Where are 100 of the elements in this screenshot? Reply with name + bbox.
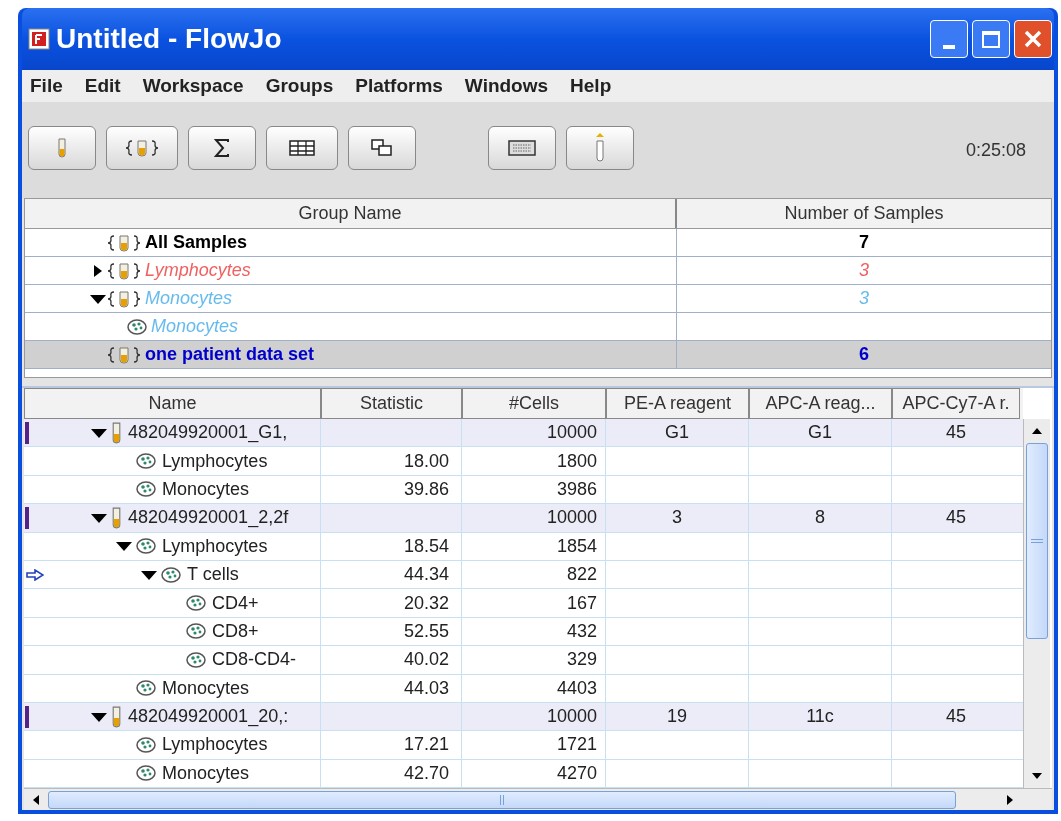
window-title: Untitled - FlowJo <box>56 22 282 56</box>
scroll-thumb[interactable] <box>48 790 956 809</box>
gate-icon <box>186 595 206 612</box>
gate-icon <box>127 318 147 335</box>
horizontal-scrollbar[interactable] <box>24 788 1052 810</box>
group-tube-icon <box>107 345 141 364</box>
tube-icon <box>57 138 67 158</box>
sample-name: T cells <box>187 563 239 587</box>
statistic-cell-text: 52.55 <box>403 619 449 643</box>
reagent-cell-text: G1 <box>665 421 689 445</box>
sample-count: 6 <box>859 343 869 366</box>
menu-item[interactable]: File <box>30 71 63 101</box>
cell-count: 432 <box>566 619 597 643</box>
reagent-cell-text: 11c <box>806 705 834 729</box>
menu-item[interactable]: Edit <box>84 71 121 101</box>
group-name: Lymphocytes <box>145 259 251 282</box>
gate-icon <box>136 481 156 498</box>
menu-item[interactable]: Groups <box>265 71 334 101</box>
sample-row[interactable]: 482049920001_20,: 10000 19 11c 45 <box>24 702 1023 732</box>
cell-count: 10000 <box>546 506 597 530</box>
collapse-triangle-icon[interactable] <box>90 426 108 439</box>
group-tube-icon <box>107 289 141 308</box>
sample-row[interactable]: CD4+ 20.32 167 <box>24 589 1023 618</box>
cell-count: 167 <box>566 591 597 615</box>
sample-name: Lymphocytes <box>162 534 268 558</box>
sample-row[interactable]: CD8-CD4- 40.02 329 <box>24 646 1023 675</box>
sample-name: CD4+ <box>212 591 259 615</box>
elapsed-time: 0:25:08 <box>965 138 1026 162</box>
collapse-triangle-icon[interactable] <box>90 511 108 524</box>
group-name: Monocytes <box>145 287 233 310</box>
collapse-triangle-icon[interactable] <box>115 540 133 553</box>
menu-item[interactable]: Windows <box>464 71 549 101</box>
close-icon <box>1023 29 1043 49</box>
toolbar-button[interactable] <box>266 126 338 170</box>
cell-count: 1800 <box>556 449 597 473</box>
sample-row[interactable]: T cells 44.34 822 <box>24 560 1023 590</box>
group-name: All Samples <box>145 231 248 254</box>
group-row[interactable]: one patient data set 6 <box>25 341 1051 369</box>
grid-icon <box>289 140 315 156</box>
overlapping-squares-icon <box>371 139 393 157</box>
cell-count: 10000 <box>546 421 597 445</box>
tube-icon <box>111 506 122 529</box>
menu-item[interactable]: Workspace <box>142 71 244 101</box>
group-row[interactable]: All Samples 7 <box>25 229 1051 257</box>
reagent-cell-text: 8 <box>815 506 825 530</box>
column-header[interactable]: APC-Cy7-A r. <box>892 388 1020 419</box>
scroll-thumb[interactable] <box>1026 443 1048 639</box>
close-button[interactable] <box>1014 20 1052 58</box>
gate-icon <box>186 651 206 668</box>
column-header[interactable]: Statistic <box>321 388 462 419</box>
statistic-cell-text: 17.21 <box>403 733 449 757</box>
maximize-button[interactable] <box>972 20 1010 58</box>
menu-item[interactable]: Help <box>570 71 612 101</box>
toolbar-button[interactable] <box>348 126 416 170</box>
sample-row[interactable]: Lymphocytes 18.00 1800 <box>24 447 1023 476</box>
cell-count: 4403 <box>556 676 597 700</box>
collapse-triangle-icon[interactable] <box>90 710 108 723</box>
collapse-triangle-icon[interactable] <box>89 292 107 305</box>
cell-count: 1721 <box>556 733 597 757</box>
minimize-button[interactable] <box>930 20 968 58</box>
vertical-scrollbar[interactable] <box>1023 419 1050 788</box>
reagent-cell-text: 45 <box>946 705 966 729</box>
keyboard-icon <box>508 140 536 156</box>
column-header[interactable]: PE-A reagent <box>606 388 749 419</box>
statistic-cell-text: 44.03 <box>403 676 449 700</box>
cell-count: 4270 <box>556 761 597 785</box>
tube-icon <box>111 705 122 728</box>
sample-row[interactable]: Lymphocytes 17.21 1721 <box>24 731 1023 760</box>
sample-name: Lymphocytes <box>162 449 268 473</box>
column-header[interactable]: Number of Samples <box>677 199 1051 228</box>
reagent-cell-text: 45 <box>946 506 966 530</box>
sample-row[interactable]: Monocytes 39.86 3986 <box>24 475 1023 505</box>
column-header[interactable]: Name <box>24 388 321 419</box>
sample-count: 3 <box>859 287 869 310</box>
gate-icon <box>136 765 156 782</box>
statistic-cell-text: 18.00 <box>403 449 449 473</box>
column-header[interactable]: APC-A reag... <box>749 388 892 419</box>
sample-row[interactable]: Monocytes 42.70 4270 <box>24 759 1023 788</box>
sample-row[interactable]: 482049920001_G1, 10000 G1 G1 45 <box>24 419 1023 448</box>
sample-row[interactable]: Lymphocytes 18.54 1854 <box>24 532 1023 561</box>
toolbar-button[interactable] <box>488 126 556 170</box>
collapse-triangle-icon[interactable] <box>140 568 158 581</box>
group-tube-icon <box>107 261 141 280</box>
column-header[interactable]: #Cells <box>462 388 606 419</box>
sample-row[interactable]: 482049920001_2,2f 10000 3 8 45 <box>24 504 1023 533</box>
sample-row[interactable]: CD8+ 52.55 432 <box>24 617 1023 647</box>
sample-row[interactable]: Monocytes 44.03 4403 <box>24 674 1023 703</box>
group-tube-icon <box>125 139 159 157</box>
sample-marker <box>25 705 29 728</box>
statistic-cell-text: 20.32 <box>403 591 449 615</box>
sample-marker <box>25 507 29 530</box>
toolbar-button[interactable] <box>188 126 256 170</box>
sample-name: 482049920001_G1, <box>128 421 288 445</box>
cell-count: 3986 <box>556 477 597 501</box>
gate-icon <box>136 680 156 697</box>
tube-with-arrow-icon <box>593 133 607 163</box>
gate-icon <box>136 453 156 470</box>
menu-item[interactable]: Platforms <box>355 71 443 101</box>
cell-count: 822 <box>566 563 597 587</box>
statistic-cell-text: 44.34 <box>403 563 449 587</box>
